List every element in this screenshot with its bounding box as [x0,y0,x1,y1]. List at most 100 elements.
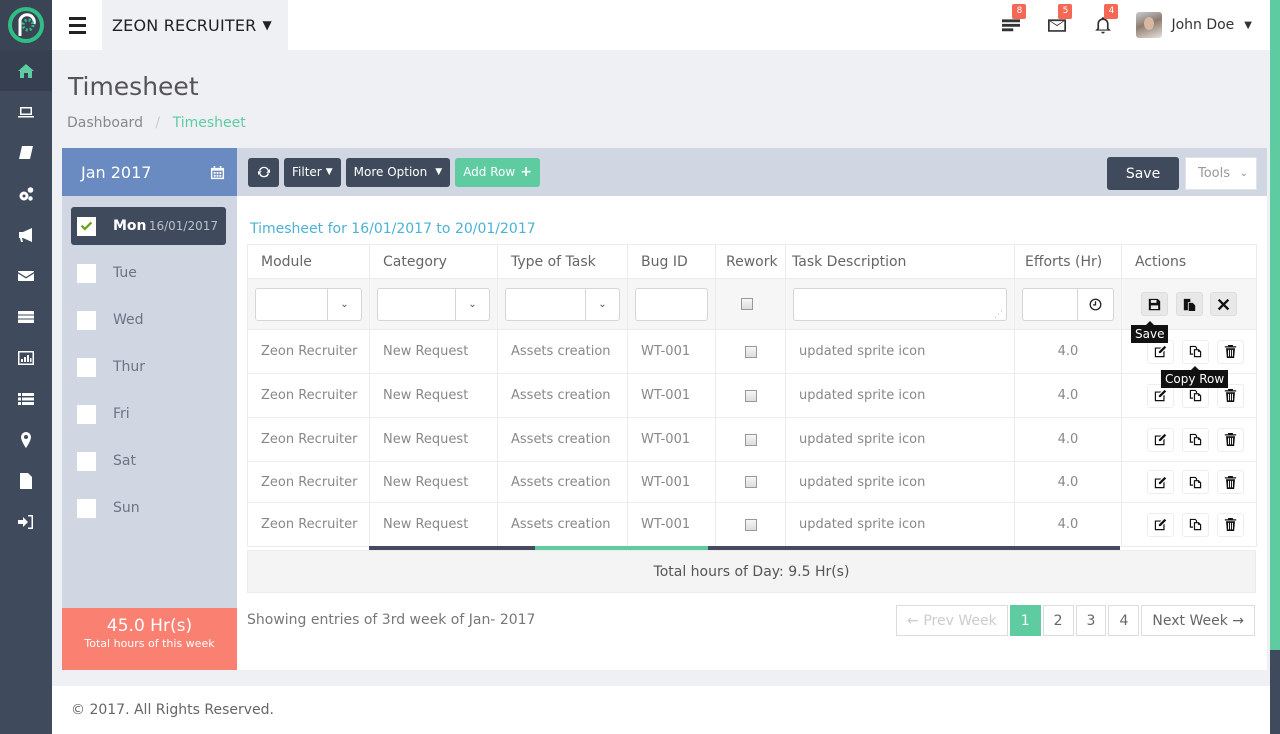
delete-row-button[interactable] [1217,339,1244,364]
sidebar-item-settings[interactable] [0,173,52,214]
category-select[interactable]: ⌄ [377,287,490,321]
day-item-thur[interactable]: Thur [71,348,226,386]
calendar-icon[interactable] [210,165,225,180]
copy-icon [1189,345,1202,358]
type-of-task-select[interactable]: ⌄ [505,287,620,321]
page-scrollbar[interactable] [1270,0,1280,734]
refresh-button[interactable] [248,157,279,187]
save-button[interactable]: Save [1107,157,1179,190]
user-menu[interactable]: John Doe ▼ [1136,12,1252,38]
paste-row-button[interactable] [1175,292,1203,316]
copyright-text: © 2017. All Rights Reserved. [71,702,275,718]
day-date: 16/01/2017 [148,219,218,233]
sidebar-item-logout[interactable] [0,501,52,542]
messages-notification-button[interactable]: 5 [1034,4,1080,34]
day-checkbox[interactable] [77,498,96,518]
chevron-down-icon[interactable]: ⌄ [585,288,619,320]
sidebar-item-servers[interactable] [0,296,52,337]
day-item-sun[interactable]: Sun [71,489,226,527]
day-checkbox[interactable] [77,357,96,377]
day-item-mon[interactable]: Mon 16/01/2017 [71,207,226,245]
page-4-button[interactable]: 4 [1108,605,1140,636]
week-total-box: 45.0 Hr(s) Total hours of this week [62,608,237,670]
cancel-row-button[interactable] [1210,292,1237,316]
filter-dropdown[interactable]: Filter ▼ [284,157,341,187]
rework-checkbox[interactable] [744,345,757,358]
sidebar-item-reports[interactable] [0,337,52,378]
day-item-fri[interactable]: Fri [71,395,226,433]
tools-dropdown[interactable]: Tools ⌄ [1185,157,1257,190]
edit-row-button[interactable] [1147,427,1174,452]
sidebar-item-devices[interactable] [0,91,52,132]
rework-checkbox[interactable] [744,389,757,402]
cell-category: New Request [369,417,498,462]
sidebar [0,0,52,734]
rework-checkbox[interactable] [744,518,757,531]
day-checkbox[interactable] [77,263,96,283]
menu-toggle-button[interactable] [52,0,102,50]
edit-row-button[interactable] [1147,470,1174,494]
rework-checkbox[interactable] [744,433,757,446]
copy-row-button[interactable] [1182,339,1209,364]
scrollbar-thumb[interactable] [1270,0,1280,650]
more-option-dropdown[interactable]: More Option ▼ [345,157,451,187]
copy-row-button[interactable] [1182,470,1209,494]
page-2-button[interactable]: 2 [1042,605,1074,636]
tasks-notification-button[interactable]: 8 [988,4,1034,34]
timesheet-table: Module Category Type of Task Bug ID Rewo… [247,244,1257,547]
prev-week-button[interactable]: ← Prev Week [896,605,1008,636]
day-checkbox[interactable] [77,451,96,471]
chevron-down-icon[interactable]: ⌄ [327,288,361,320]
bug-id-input[interactable] [635,287,708,321]
paste-icon [1183,298,1195,311]
copy-row-button[interactable] [1182,427,1209,452]
sidebar-item-lists[interactable] [0,378,52,419]
checkmark-icon [80,221,93,231]
day-item-wed[interactable]: Wed [71,301,226,339]
next-week-button[interactable]: Next Week → [1141,605,1255,636]
module-select[interactable]: ⌄ [255,287,362,321]
sidebar-item-docs[interactable] [0,132,52,173]
week-total-value: 45.0 Hr(s) [106,616,193,636]
page-3-button[interactable]: 3 [1075,605,1107,636]
save-row-button[interactable] [1141,292,1168,316]
day-checkbox[interactable] [77,216,96,236]
task-description-textarea[interactable] [793,287,1007,321]
sidebar-item-files[interactable] [0,460,52,501]
breadcrumb-dashboard[interactable]: Dashboard [67,115,143,131]
chevron-down-icon[interactable]: ⌄ [455,288,489,320]
timesheet-range-title: Timesheet for 16/01/2017 to 20/01/2017 [250,221,536,237]
save-tooltip: Save [1131,321,1169,343]
edit-row-button[interactable] [1147,512,1174,537]
edit-row-button[interactable] [1147,339,1174,364]
sidebar-item-mail[interactable] [0,255,52,296]
cell-bug-id: WT-001 [627,461,716,503]
clock-icon[interactable] [1077,288,1113,320]
day-total: Total hours of Day: 9.5 Hr(s) [247,550,1256,593]
page-1-button[interactable]: 1 [1009,605,1041,636]
copy-row-button[interactable] [1182,512,1209,537]
day-checkbox[interactable] [77,404,96,424]
day-name: Mon [113,218,147,234]
day-checkbox[interactable] [77,310,96,330]
sidebar-item-announcements[interactable] [0,214,52,255]
app-logo[interactable] [0,0,52,50]
table-row: Zeon Recruiter New Request Assets creati… [247,502,1257,547]
rework-checkbox[interactable] [744,476,757,488]
delete-row-button[interactable] [1217,470,1244,494]
add-row-button[interactable]: Add Row + [455,157,540,187]
efforts-input[interactable] [1022,287,1114,321]
delete-row-button[interactable] [1217,512,1244,537]
sidebar-item-locations[interactable] [0,419,52,460]
alerts-notification-button[interactable]: 4 [1080,4,1126,34]
day-item-sat[interactable]: Sat [71,442,226,480]
day-item-tue[interactable]: Tue [71,254,226,292]
gears-icon [19,186,34,201]
sidebar-item-home[interactable] [0,50,52,91]
month-picker[interactable]: Jan 2017 [62,148,237,196]
day-name: Thur [113,359,146,375]
table-row: Zeon Recruiter New Request Assets creati… [247,373,1257,418]
rework-checkbox[interactable] [741,298,753,310]
delete-row-button[interactable] [1217,427,1244,452]
app-switcher[interactable]: ZEON RECRUITER ▼ [102,0,288,50]
